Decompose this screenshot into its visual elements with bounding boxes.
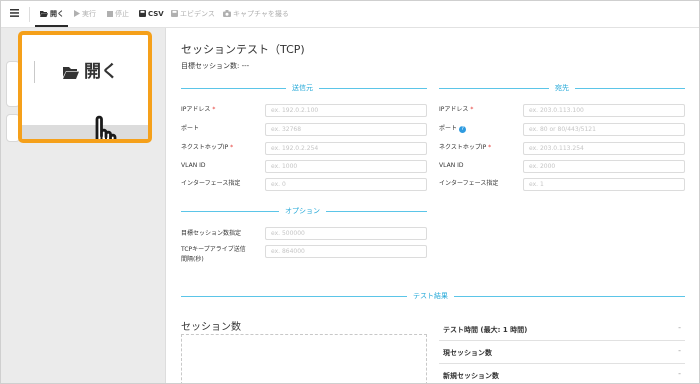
toolbar-separator bbox=[29, 7, 30, 22]
destination-vlan-input[interactable]: ex. 2000 bbox=[523, 160, 685, 173]
stop-label: 停止 bbox=[115, 10, 129, 18]
options-keepalive-label: TCPキープアライブ送信 間隔(秒) bbox=[181, 246, 246, 263]
page-title: セッションテスト（TCP) bbox=[181, 43, 305, 56]
destination-interface-label: インターフェース指定 bbox=[439, 180, 499, 187]
app-window: 開く 実行 停止 CSV エビデンス キャプチャを撮る セッションテスト（TCP… bbox=[0, 0, 700, 384]
source-port-label: ポート bbox=[181, 125, 200, 132]
chart-title: セッション数 bbox=[181, 322, 241, 333]
active-tab-indicator bbox=[35, 25, 68, 27]
accordion-test-time[interactable]: テスト時間 (最大: 1 時間) - bbox=[439, 318, 685, 341]
accordion-label: テスト時間 (最大: 1 時間) bbox=[443, 326, 528, 334]
callout-open-label: 開く bbox=[84, 62, 118, 82]
destination-nexthop-input[interactable]: ex. 203.0.113.254 bbox=[523, 142, 685, 155]
source-ip-input[interactable]: ex. 192.0.2.100 bbox=[265, 104, 427, 117]
zoom-callout: 開く bbox=[18, 31, 152, 143]
source-vlan-input[interactable]: ex. 1000 bbox=[265, 160, 427, 173]
accordion-new-sessions[interactable]: 新規セッション数 - bbox=[439, 364, 685, 383]
destination-port-label: ポート? bbox=[439, 125, 467, 133]
stop-button[interactable]: 停止 bbox=[107, 9, 129, 20]
capture-button[interactable]: キャプチャを撮る bbox=[223, 9, 289, 20]
destination-vlan-label: VLAN ID bbox=[439, 162, 464, 169]
target-sessions-display: 目標セッション数: --- bbox=[181, 61, 249, 71]
callout-separator bbox=[34, 61, 35, 83]
source-ip-label: IPアドレス * bbox=[181, 106, 216, 113]
source-vlan-label: VLAN ID bbox=[181, 162, 206, 169]
destination-interface-input[interactable]: ex. 1 bbox=[523, 178, 685, 191]
source-nexthop-input[interactable]: ex. 192.0.2.254 bbox=[265, 142, 427, 155]
run-label: 実行 bbox=[82, 10, 96, 18]
accordion-label: 現セッション数 bbox=[443, 349, 492, 357]
target-sessions-label: 目標セッション数: bbox=[181, 62, 240, 70]
stop-icon bbox=[107, 11, 113, 17]
collapse-icon[interactable]: - bbox=[678, 323, 681, 332]
options-keepalive-input[interactable]: ex. 864000 bbox=[265, 245, 427, 258]
hamburger-icon[interactable] bbox=[10, 9, 21, 20]
source-section-title: 送信元 bbox=[286, 84, 319, 93]
folder-open-icon bbox=[40, 11, 48, 17]
source-interface-input[interactable]: ex. 0 bbox=[265, 178, 427, 191]
destination-port-input[interactable]: ex. 80 or 80/443/5121 bbox=[523, 123, 685, 136]
accordion-current-sessions[interactable]: 現セッション数 - bbox=[439, 341, 685, 364]
source-nexthop-label: ネクストホップIP * bbox=[181, 144, 234, 151]
source-interface-label: インターフェース指定 bbox=[181, 180, 241, 187]
save-icon bbox=[171, 10, 178, 17]
target-sessions-value: --- bbox=[241, 62, 250, 70]
collapse-icon[interactable]: - bbox=[678, 369, 681, 378]
csv-label: CSV bbox=[148, 10, 164, 18]
destination-ip-input[interactable]: ex. 203.0.113.100 bbox=[523, 104, 685, 117]
main-panel: セッションテスト（TCP) 目標セッション数: --- 送信元 IPアドレス *… bbox=[167, 28, 699, 383]
session-chart-area bbox=[181, 334, 427, 383]
callout-open-button[interactable]: 開く bbox=[62, 61, 118, 83]
source-port-input[interactable]: ex. 32768 bbox=[265, 123, 427, 136]
results-section-title: テスト結果 bbox=[407, 292, 454, 301]
capture-label: キャプチャを撮る bbox=[233, 10, 289, 18]
destination-section-title: 宛先 bbox=[549, 84, 575, 93]
open-label: 開く bbox=[50, 10, 64, 18]
evidence-label: エビデンス bbox=[180, 10, 215, 18]
camera-icon bbox=[223, 10, 231, 17]
save-icon bbox=[139, 10, 146, 17]
collapse-icon[interactable]: - bbox=[678, 346, 681, 355]
destination-ip-label: IPアドレス * bbox=[439, 106, 474, 113]
accordion-label: 新規セッション数 bbox=[443, 372, 499, 380]
open-button[interactable]: 開く bbox=[40, 9, 64, 20]
run-button[interactable]: 実行 bbox=[74, 9, 96, 20]
info-icon[interactable]: ? bbox=[459, 126, 467, 133]
play-icon bbox=[74, 10, 80, 17]
options-section-title: オプション bbox=[279, 207, 326, 216]
evidence-button[interactable]: エビデンス bbox=[171, 9, 215, 20]
options-target-input[interactable]: ex. 500000 bbox=[265, 227, 427, 240]
hand-pointer-icon bbox=[95, 115, 117, 139]
options-target-label: 目標セッション数指定 bbox=[181, 230, 242, 237]
folder-open-icon bbox=[63, 67, 79, 79]
csv-button[interactable]: CSV bbox=[139, 9, 164, 20]
destination-nexthop-label: ネクストホップIP * bbox=[439, 144, 492, 151]
toolbar: 開く 実行 停止 CSV エビデンス キャプチャを撮る bbox=[1, 1, 699, 28]
